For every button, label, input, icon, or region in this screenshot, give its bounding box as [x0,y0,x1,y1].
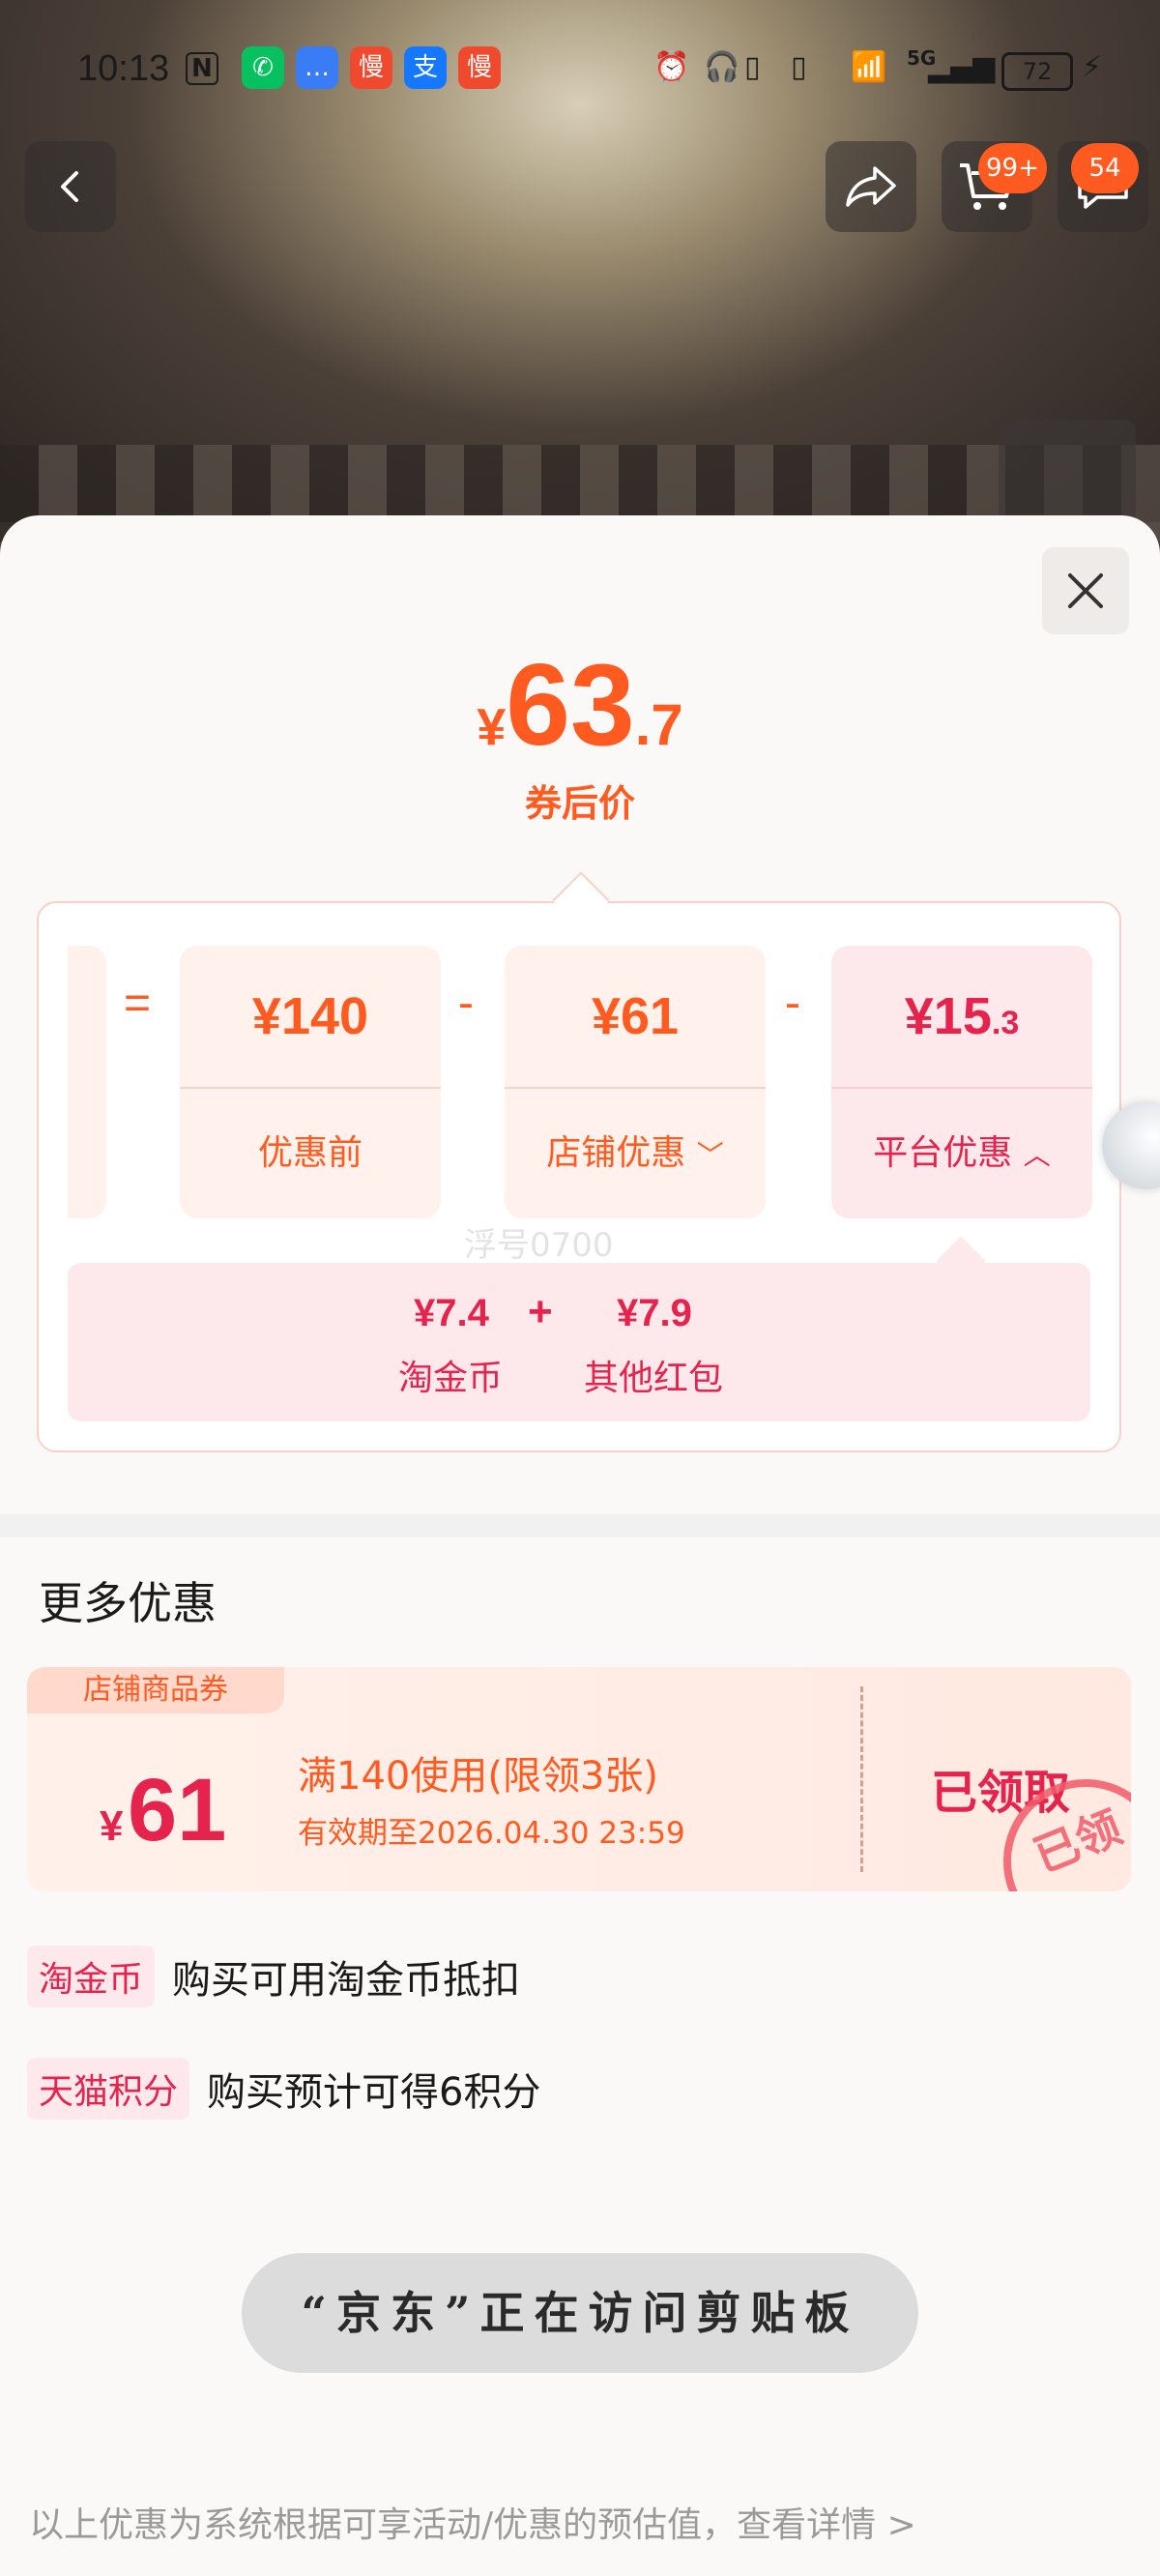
final-price: ¥63.7 [0,638,1160,772]
coupon-amount: ¥ 61 [100,1761,227,1859]
shop-coupon-card[interactable]: 店铺商品券 ¥ 61 满140使用(限领3张) 有效期至2026.04.30 2… [27,1667,1131,1891]
product-mini-card[interactable] [999,420,1136,526]
vibrate-icon: ▯ [791,50,807,84]
clipboard-toast: “京东”正在访问剪贴板 [242,2253,918,2373]
share-icon [846,166,896,207]
taojinbi-value: ¥7.4 [414,1292,489,1334]
close-button[interactable] [1042,547,1129,634]
price-label: 券后价 [524,782,635,825]
alarm-icon: ⏰ [653,50,690,84]
charging-icon: ⚡ [1081,50,1102,84]
more-offers-title: 更多优惠 [39,1577,217,1629]
section-divider [0,1514,1160,1537]
battery-indicator: 72 [1001,52,1073,91]
breakdown-platform[interactable]: ¥15.3 平台优惠 ︿ [831,946,1092,1218]
price-integer: 63 [506,640,635,770]
minus-sign: - [458,978,474,1029]
platform-discount-label: 平台优惠 ︿ [873,1133,1051,1173]
message-icon: … [296,46,338,89]
cart-count-badge: 99+ [978,143,1047,193]
offer-text: 购买可用淘金币抵扣 [172,1958,521,2003]
plus-sign: + [528,1288,553,1335]
minus-sign-2: - [785,978,800,1029]
back-button[interactable] [25,141,116,232]
nfc-icon: N [186,52,218,85]
offer-line-taojinbi: 淘金币 购买可用淘金币抵扣 [27,1946,520,2007]
before-value: ¥140 [180,946,441,1089]
message-count-badge: 54 [1071,143,1139,193]
coupon-condition: 满140使用(限领3张) [298,1754,659,1799]
signal-icon: ▂▄▆ [928,50,996,84]
price-currency: ¥ [477,698,507,756]
watermark-text: 浮号0700 [464,1226,614,1265]
shop-discount-label: 店铺优惠 ﹀ [546,1133,724,1173]
back-arrow-icon [61,171,78,202]
breakdown-shop[interactable]: ¥61 店铺优惠 ﹀ [505,946,766,1218]
chevron-up-icon: ︿ [1023,1139,1051,1171]
chevron-down-icon: ﹀ [696,1139,724,1171]
offer-text: 购买预计可得6积分 [207,2070,541,2115]
slow-app-icon: 慢 [350,46,392,89]
platform-discount-detail: ¥7.4 + ¥7.9 淘金币 其他红包 [68,1263,1090,1421]
offer-tag: 天猫积分 [27,2058,190,2120]
other-redpacket-label: 其他红包 [584,1359,724,1398]
wechat-icon: ✆ [242,46,284,89]
offer-line-tmall-points: 天猫积分 购买预计可得6积分 [27,2058,540,2120]
share-button[interactable] [826,141,916,232]
platform-discount-value: ¥15.3 [831,946,1092,1089]
equals-sign: = [124,978,152,1029]
breakdown-card-partial [68,946,106,1218]
status-time: 10:13 [77,48,170,89]
wifi-icon: 📶 [851,50,887,84]
breakdown-before: ¥140 优惠前 [180,946,441,1218]
status-bar: 10:13 N ✆ … 慢 支 慢 ⏰ 🎧 ▯ ▯ 📶 5G ▂▄▆ 72 ⚡ [0,39,1160,106]
before-label: 优惠前 [257,1133,362,1173]
offer-tag: 淘金币 [27,1946,156,2007]
headphones-icon: 🎧 [704,50,740,84]
taojinbi-label: 淘金币 [398,1359,504,1398]
close-icon [1068,573,1103,608]
price-decimal: .7 [634,692,683,757]
battery-saver-icon: ▯ [744,50,761,84]
alipay-icon: 支 [404,46,447,89]
coupon-expiry: 有效期至2026.04.30 23:59 [298,1816,685,1851]
shop-discount-value: ¥61 [505,946,766,1089]
coupon-divider [860,1686,863,1872]
coupon-tag: 店铺商品券 [27,1667,284,1713]
slow-app-icon-2: 慢 [458,46,501,89]
footer-details-link[interactable]: 以上优惠为系统根据可享活动/优惠的预估值，查看详情 > [29,2497,916,2547]
other-redpacket-value: ¥7.9 [617,1292,692,1334]
